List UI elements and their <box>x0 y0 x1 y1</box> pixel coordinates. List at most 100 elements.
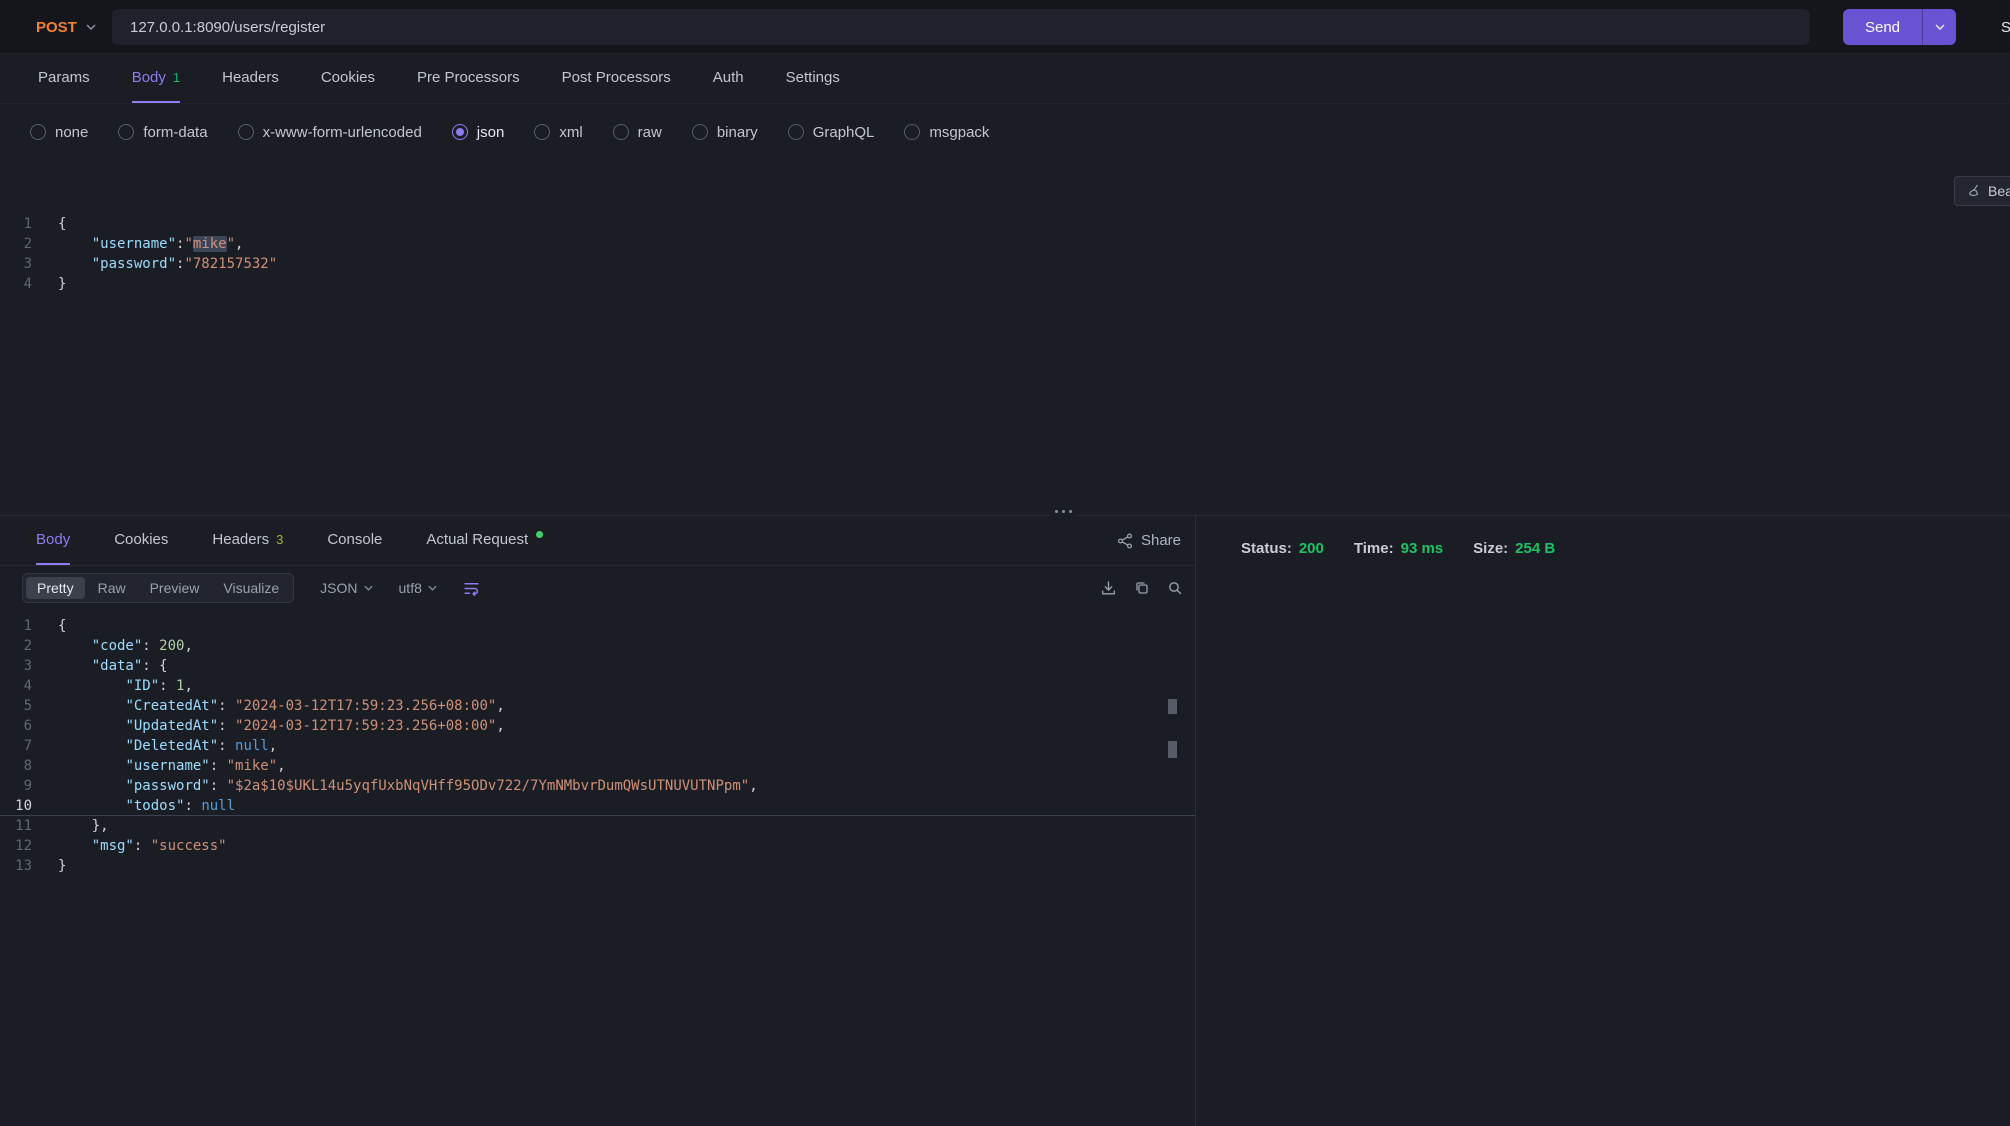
code-text: "msg": "success" <box>58 836 227 856</box>
download-icon[interactable] <box>1100 580 1117 597</box>
code-text: "DeletedAt": null, <box>58 736 277 756</box>
body-type-raw[interactable]: raw <box>613 124 662 141</box>
response-tab-cookies[interactable]: Cookies <box>114 516 168 565</box>
response-toolbar: PrettyRawPreviewVisualize JSON utf8 <box>0 566 1195 610</box>
line-number: 8 <box>0 756 58 776</box>
line-number: 11 <box>0 816 58 836</box>
code-line: 6 "UpdatedAt": "2024-03-12T17:59:23.256+… <box>0 716 1195 736</box>
code-text: "UpdatedAt": "2024-03-12T17:59:23.256+08… <box>58 716 505 736</box>
tab-body[interactable]: Body1 <box>132 54 180 103</box>
radio-icon <box>452 124 468 140</box>
response-status-bar: Status:200Time:93 msSize:254 B <box>1197 516 2010 557</box>
beautify-button[interactable]: Beautify <box>1954 176 2010 206</box>
code-text: "password": "$2a$10$UKL14u5yqfUxbNqVHff9… <box>58 776 758 796</box>
body-type-none[interactable]: none <box>30 124 88 141</box>
code-line: 8 "username": "mike", <box>0 756 1195 776</box>
response-tab-console[interactable]: Console <box>327 516 382 565</box>
response-tab-body[interactable]: Body <box>36 516 70 565</box>
search-icon[interactable] <box>1167 580 1183 596</box>
method-dropdown[interactable]: POST <box>36 0 96 54</box>
code-line: 4 "ID": 1, <box>0 676 1195 696</box>
line-number: 9 <box>0 776 58 796</box>
line-number: 5 <box>0 696 58 716</box>
code-text: "username":"mike", <box>58 234 243 254</box>
word-wrap-icon[interactable] <box>463 580 480 597</box>
code-text: } <box>58 856 66 876</box>
tab-params[interactable]: Params <box>38 54 90 103</box>
status-status-: Status:200 <box>1241 540 1324 557</box>
line-number: 13 <box>0 856 58 876</box>
tab-label: Headers <box>212 531 269 548</box>
tab-settings[interactable]: Settings <box>786 54 840 103</box>
code-text: "code": 200, <box>58 636 193 656</box>
share-button[interactable]: Share <box>1117 516 1181 565</box>
body-type-msgpack[interactable]: msgpack <box>904 124 989 141</box>
save-button-clipped[interactable]: S <box>2001 0 2010 54</box>
copy-icon[interactable] <box>1134 580 1150 596</box>
url-input[interactable]: 127.0.0.1:8090/users/register <box>112 9 1810 45</box>
encoding-select[interactable]: utf8 <box>399 580 437 596</box>
radio-label: json <box>477 124 505 141</box>
request-tabs: Params Body1 Headers Cookies Pre Processors P… <box>0 54 2010 104</box>
body-type-x-www-form-urlencoded[interactable]: x-www-form-urlencoded <box>238 124 422 141</box>
view-mode-visualize[interactable]: Visualize <box>212 577 290 599</box>
body-type-graphql[interactable]: GraphQL <box>788 124 875 141</box>
code-text: "CreatedAt": "2024-03-12T17:59:23.256+08… <box>58 696 505 716</box>
body-type-binary[interactable]: binary <box>692 124 758 141</box>
share-label: Share <box>1141 532 1181 549</box>
format-value: JSON <box>320 580 357 596</box>
body-type-json[interactable]: json <box>452 124 505 141</box>
format-select[interactable]: JSON <box>320 580 372 596</box>
tab-cookies[interactable]: Cookies <box>321 54 375 103</box>
view-mode-preview[interactable]: Preview <box>139 577 211 599</box>
response-panel: Share Body Cookies Headers 3 Console Actual R… <box>0 516 1196 1126</box>
line-number: 6 <box>0 716 58 736</box>
code-line: 1{ <box>0 616 1195 636</box>
radio-icon <box>118 124 134 140</box>
radio-icon <box>904 124 920 140</box>
chevron-down-icon <box>428 585 437 591</box>
code-text: "data": { <box>58 656 168 676</box>
code-line: 4} <box>0 274 2010 294</box>
response-tab-actual-request[interactable]: Actual Request <box>426 516 543 565</box>
radio-icon <box>30 124 46 140</box>
line-number: 7 <box>0 736 58 756</box>
line-number: 2 <box>0 636 58 656</box>
body-type-xml[interactable]: xml <box>534 124 582 141</box>
radio-icon <box>613 124 629 140</box>
send-label: Send <box>1843 9 1922 45</box>
code-line: 7 "DeletedAt": null, <box>0 736 1195 756</box>
status-item-label: Size: <box>1473 540 1508 557</box>
save-label: S <box>2001 19 2010 36</box>
view-mode-pretty[interactable]: Pretty <box>26 577 85 599</box>
send-button[interactable]: Send <box>1843 9 1956 45</box>
encoding-value: utf8 <box>399 580 422 596</box>
tab-pre-processors[interactable]: Pre Processors <box>417 54 520 103</box>
share-icon <box>1117 533 1133 549</box>
beautify-label: Beautify <box>1988 183 2010 199</box>
code-line: 3 "password":"782157532" <box>0 254 2010 274</box>
code-line: 5 "CreatedAt": "2024-03-12T17:59:23.256+… <box>0 696 1195 716</box>
status-size-: Size:254 B <box>1473 540 1555 557</box>
radio-label: binary <box>717 124 758 141</box>
chevron-down-icon <box>364 585 373 591</box>
tab-post-processors[interactable]: Post Processors <box>562 54 671 103</box>
tab-label: Headers <box>222 69 279 86</box>
request-body-editor[interactable]: 1{2 "username":"mike",3 "password":"7821… <box>0 214 2010 294</box>
tab-headers[interactable]: Headers <box>222 54 279 103</box>
response-toolbar-actions <box>1100 566 1183 610</box>
body-type-form-data[interactable]: form-data <box>118 124 207 141</box>
radio-icon <box>692 124 708 140</box>
url-text: 127.0.0.1:8090/users/register <box>130 19 325 36</box>
code-line: 11 }, <box>0 816 1195 836</box>
response-body-editor[interactable]: 1{2 "code": 200,3 "data": {4 "ID": 1,5 "… <box>0 616 1195 876</box>
tab-count-badge: 3 <box>276 532 283 547</box>
response-tab-headers[interactable]: Headers 3 <box>212 516 283 565</box>
status-item-value: 93 ms <box>1401 540 1444 557</box>
chevron-down-icon <box>86 24 96 30</box>
view-mode-raw[interactable]: Raw <box>87 577 137 599</box>
tab-label: Console <box>327 531 382 548</box>
line-number: 10 <box>0 796 58 816</box>
send-options-button[interactable] <box>1922 9 1956 45</box>
tab-auth[interactable]: Auth <box>713 54 744 103</box>
